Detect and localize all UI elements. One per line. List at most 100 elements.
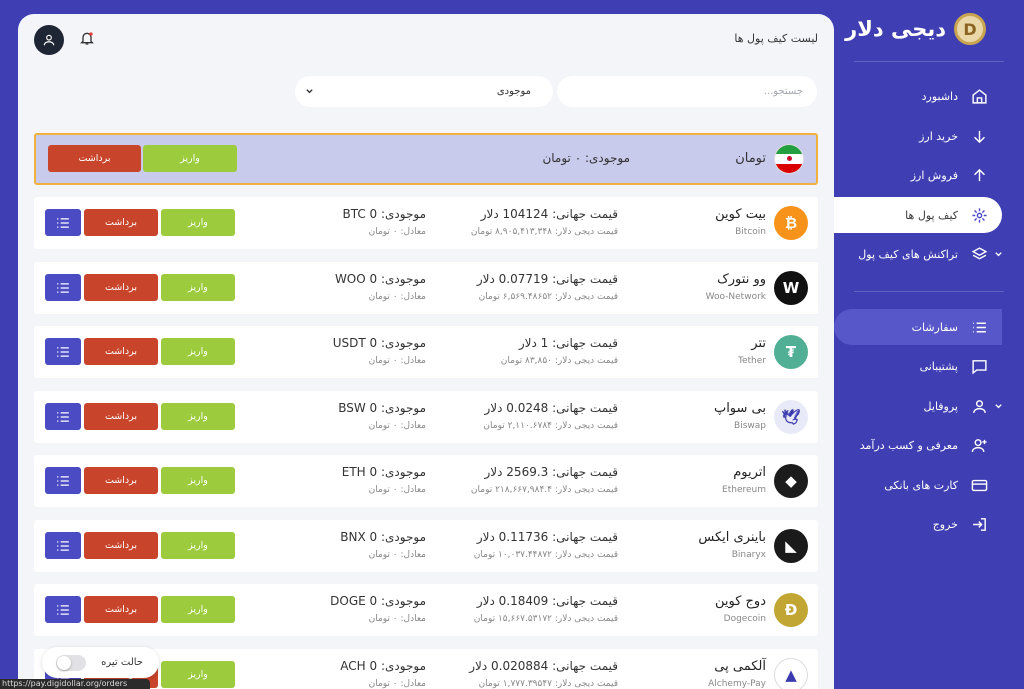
chevron-down-icon[interactable]: [994, 402, 1003, 411]
alchemy-icon: ▲: [774, 658, 808, 689]
withdraw-button[interactable]: برداشت: [84, 403, 158, 430]
toman-deposit-button[interactable]: واریز: [143, 145, 237, 172]
sidebar-item-dashboard[interactable]: داشبورد: [834, 78, 1024, 114]
user-icon: [973, 399, 986, 413]
wallet-row: Ð دوج کوین Dogecoin قیمت جهانی: 0.18409 …: [34, 584, 818, 636]
avatar[interactable]: [34, 25, 64, 55]
wallet-row: ₮ تتر Tether قیمت جهانی: 1 دلار قیمت دیج…: [34, 326, 818, 378]
coin-equivalent: معادل: ۰ تومان: [368, 614, 426, 624]
global-price: قیمت جهانی: 1 دلار: [518, 336, 618, 350]
wallet-row: 🕊 بی سواپ Biswap قیمت جهانی: 0.0248 دلار…: [34, 391, 818, 443]
tether-icon: ₮: [774, 335, 808, 369]
more-options-button[interactable]: [45, 467, 81, 494]
sidebar-item-buy[interactable]: خرید ارز: [834, 118, 1024, 154]
coin-symbol: Dogecoin: [723, 614, 766, 624]
coin-symbol: Alchemy-Pay: [708, 679, 766, 689]
coin-symbol: Ethereum: [722, 485, 766, 495]
local-price: قیمت دیجی دلار: ۱۵,۶۶۷.۵۳۱۷۲ تومان: [473, 614, 618, 624]
deposit-button[interactable]: واریز: [161, 209, 235, 236]
dogecoin-icon: Ð: [774, 593, 808, 627]
more-options-button[interactable]: [45, 274, 81, 301]
wallet-row: W وو نتورک Woo-Network قیمت جهانی: 0.077…: [34, 262, 818, 314]
sidebar-item-profile[interactable]: پروفایل: [834, 388, 1024, 424]
sort-select-value: موجودی: [496, 86, 531, 97]
sidebar-item-sell[interactable]: فروش ارز: [834, 157, 1024, 193]
global-price: قیمت جهانی: 0.18409 دلار: [476, 594, 618, 608]
logo-text: دیجی دلار: [845, 17, 946, 41]
sidebar-item-support[interactable]: پشتیبانی: [834, 348, 1024, 384]
card-icon: [971, 479, 988, 491]
coin-name: وو نتورک: [717, 272, 766, 287]
coin-equivalent: معادل: ۰ تومان: [368, 485, 426, 495]
deposit-button[interactable]: واریز: [161, 338, 235, 365]
coin-balance: موجودی: ACH 0: [340, 659, 426, 673]
woo-icon: W: [774, 271, 808, 305]
more-options-button[interactable]: [45, 532, 81, 559]
coin-name: تتر: [751, 336, 766, 351]
bitcoin-icon: ₿: [774, 206, 808, 240]
wallet-icon: [972, 207, 987, 223]
sidebar-divider: [854, 61, 1004, 62]
global-price: قیمت جهانی: 2569.3 دلار: [484, 465, 619, 479]
withdraw-button[interactable]: برداشت: [84, 274, 158, 301]
sidebar-item-orders[interactable]: سفارشات: [834, 309, 1002, 345]
deposit-button[interactable]: واریز: [161, 596, 235, 623]
sidebar-item-wallets[interactable]: کیف پول ها: [812, 197, 1002, 233]
local-price: قیمت دیجی دلار: ۲,۱۱۰.۶۷۸۴ تومان: [483, 421, 618, 431]
coin-balance: موجودی: USDT 0: [332, 336, 426, 350]
deposit-button[interactable]: واریز: [161, 467, 235, 494]
more-options-button[interactable]: [45, 338, 81, 365]
coin-symbol: Biswap: [734, 421, 766, 431]
global-price: قیمت جهانی: 0.07719 دلار: [476, 272, 618, 286]
global-price: قیمت جهانی: 104124 دلار: [480, 207, 618, 221]
coin-name: بی سواپ: [713, 401, 766, 416]
withdraw-button[interactable]: برداشت: [84, 532, 158, 559]
more-options-button[interactable]: [45, 403, 81, 430]
withdraw-button[interactable]: برداشت: [84, 596, 158, 623]
chevron-down-icon[interactable]: [994, 250, 1003, 259]
local-price: قیمت دیجی دلار: ۲۱۸,۶۶۷,۹۸۴.۴ تومان: [470, 485, 618, 495]
toman-name: تومان: [735, 151, 766, 166]
dark-mode-toggle[interactable]: حالت تیره: [42, 647, 159, 678]
sidebar-item-logout[interactable]: خروج: [834, 506, 1024, 542]
withdraw-button[interactable]: برداشت: [84, 338, 158, 365]
list-icon: [57, 604, 69, 615]
local-price: قیمت دیجی دلار: ۱۰,۰۳۷.۴۴۸۷۲ تومان: [473, 550, 618, 560]
coin-equivalent: معادل: ۰ تومان: [368, 550, 426, 560]
coin-equivalent: معادل: ۰ تومان: [368, 292, 426, 302]
toggle-switch[interactable]: [56, 654, 86, 671]
deposit-button[interactable]: واریز: [161, 274, 235, 301]
sidebar-divider: [854, 291, 1004, 292]
toman-withdraw-button[interactable]: برداشت: [48, 145, 141, 172]
local-price: قیمت دیجی دلار: ۶,۵۶۹.۴۸۶۵۲ تومان: [478, 292, 618, 302]
search-input[interactable]: [557, 76, 817, 107]
sidebar-item-referral[interactable]: معرفی و کسب درآمد: [834, 427, 1024, 463]
bell-icon[interactable]: [79, 30, 95, 46]
more-options-button[interactable]: [45, 596, 81, 623]
binaryx-icon: ◣: [774, 529, 808, 563]
more-options-button[interactable]: [45, 209, 81, 236]
biswap-icon: 🕊: [774, 400, 808, 434]
withdraw-button[interactable]: برداشت: [84, 209, 158, 236]
layers-icon: [971, 246, 988, 260]
user-icon: [43, 34, 55, 46]
local-price: قیمت دیجی دلار: ۱,۷۷۷.۳۹۵۴۷ تومان: [478, 679, 618, 689]
global-price: قیمت جهانی: 0.11736 دلار: [476, 530, 618, 544]
logo[interactable]: D دیجی دلار: [845, 13, 986, 45]
user-plus-icon: [971, 438, 987, 452]
coin-name: آلکمی پی: [714, 659, 766, 674]
sort-select[interactable]: موجودی: [295, 76, 553, 107]
logout-icon: [973, 517, 986, 531]
coin-balance: موجودی: ETH 0: [341, 465, 426, 479]
coin-balance: موجودی: BNX 0: [340, 530, 426, 544]
deposit-button[interactable]: واریز: [161, 661, 235, 688]
coin-equivalent: معادل: ۰ تومان: [368, 421, 426, 431]
sidebar-item-wallet-transactions[interactable]: تراکنش های کیف پول: [834, 236, 1024, 272]
withdraw-button[interactable]: برداشت: [84, 467, 158, 494]
deposit-button[interactable]: واریز: [161, 403, 235, 430]
sidebar-item-bank-cards[interactable]: کارت های بانکی: [834, 467, 1024, 503]
sidebar: D دیجی دلار داشبورد خرید ارز فروش ارز کی…: [812, 0, 1024, 689]
deposit-button[interactable]: واریز: [161, 532, 235, 559]
coin-equivalent: معادل: ۰ تومان: [368, 227, 426, 237]
coin-symbol: Binaryx: [731, 550, 766, 560]
